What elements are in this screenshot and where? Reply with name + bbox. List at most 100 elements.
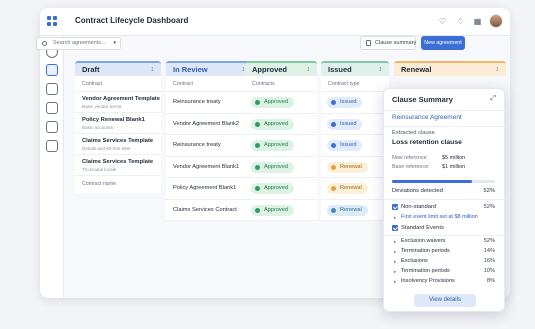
table-row[interactable]: Renewal [321,178,389,200]
column-title: Issued [328,65,352,74]
check-icon [331,121,336,127]
clause-item-value: 52% [483,238,495,244]
column-header-in-review[interactable]: In Review ↕ [166,61,252,76]
column-in-review: In Review ↕ Contract Reinsurance treaty … [166,61,252,221]
table-row[interactable]: Approved [245,114,317,135]
clause-item-value: 10% [483,268,495,274]
column-header-approved[interactable]: Approved ↕ [245,61,317,76]
table-row[interactable]: Vendor Agreement Blank2 [166,114,252,135]
table-row[interactable]: Vendor Agreement Blank1 [166,157,252,178]
status-badge: Issued [327,97,363,108]
draft-card[interactable]: Vendor Agreement Template Basic vendor t… [75,92,161,113]
list-icon[interactable] [46,121,58,133]
chevron-down-icon[interactable]: ▾ [113,38,116,49]
clause-item-label: Exclusion waivers [401,238,446,244]
archive-icon[interactable] [46,102,58,114]
draft-card[interactable]: Claims Services Template Details and €0 … [75,134,161,155]
contract-name[interactable]: Reinsurance Agreement [392,114,462,121]
status-badge: Renewal [327,204,368,216]
check-icon [255,207,260,213]
sort-icon[interactable]: ↕ [379,63,383,76]
column-header-issued[interactable]: Issued ↕ [321,61,389,76]
clause-item-label: Termination periods [401,268,450,274]
app-grid-icon[interactable] [47,16,57,26]
status-label: Approved [264,99,288,105]
card-subtitle: Basic accounts [82,125,113,130]
divider [384,126,506,127]
status-badge: Issued [327,140,363,151]
clock-icon [331,186,336,191]
non-standard-checkbox[interactable] [392,204,398,210]
standard-events-checkbox[interactable] [392,225,398,231]
new-ref-value: $5 million [442,155,466,161]
table-row[interactable]: Renewal [321,200,389,221]
card-title: Vendor Agreement Template [82,96,160,102]
check-icon [255,100,260,105]
draft-card[interactable]: Claims Services Template Tro localal loc… [75,155,161,176]
first-event-note[interactable]: First event limit set at $8 million [401,214,478,220]
clause-item-value: 16% [483,258,495,264]
table-row[interactable]: Reinsurance treaty [166,135,252,157]
search-icon [42,41,47,46]
panel-title: Clause Summary [392,95,453,104]
check-icon [331,100,336,105]
status-badge: Renewal [327,183,368,194]
bell-icon[interactable]: ♡ [438,17,447,26]
table-row[interactable]: Policy Agreement Blank1 [166,178,252,200]
clause-summary-button[interactable]: Clause summary [360,36,416,50]
database-icon[interactable] [46,83,58,95]
expand-icon[interactable]: ⤢ [490,95,496,103]
base-ref-label: Base reference: [392,164,430,170]
status-badge: Approved [251,183,294,194]
chevron-right-icon: ▸ [394,259,397,264]
status-label: Approved [264,163,288,170]
divider [384,110,506,111]
avatar[interactable] [489,14,503,28]
sort-icon[interactable]: ↕ [496,63,500,76]
table-row[interactable]: Approved [245,157,317,178]
columns-icon[interactable]: ▦ [473,17,482,26]
board-icon[interactable] [46,64,58,76]
clause-item-value: 8% [486,278,495,284]
draft-card[interactable]: Policy Renewal Blank1 Basic accounts [75,113,161,134]
deviation-progress-bar [392,180,495,183]
refresh-icon [331,207,336,213]
document-icon [366,40,371,46]
chevron-right-icon: ▸ [394,279,397,284]
table-row[interactable]: Approved [245,135,317,157]
status-badge: Approved [251,140,294,151]
sort-icon[interactable]: ↕ [151,63,155,76]
sidebar [40,36,64,298]
column-header-renewal[interactable]: Renewal ↕ [394,61,506,76]
clock-icon [331,164,336,170]
column-renewal: Renewal ↕ [394,61,506,76]
table-row[interactable]: Claims Services Contract [166,200,252,221]
view-details-button[interactable]: View details [414,294,476,307]
notification-icon[interactable]: ♢ [456,17,465,26]
new-ref-label: New reference: [392,155,428,161]
table-row[interactable]: Approved [245,178,317,200]
column-header-draft[interactable]: Draft ↕ [75,61,161,76]
clause-item-value: 14% [483,248,495,254]
table-row[interactable]: Issued [321,114,389,135]
table-row[interactable]: Issued [321,92,389,114]
status-label: Approved [264,142,288,148]
status-badge: Issued [327,118,363,130]
chevron-right-icon: ▸ [394,249,397,254]
new-agreement-button[interactable]: New agreement [421,36,465,50]
deviations-value: 52% [483,188,495,194]
status-label: Approved [264,120,288,127]
sort-icon[interactable]: ↕ [307,63,311,76]
status-label: Renewal [340,185,362,191]
search-input[interactable]: Search agreements... ▾ [36,37,121,50]
status-label: Approved [264,206,288,213]
table-row[interactable]: Approved [245,92,317,114]
table-row[interactable]: Approved [245,200,317,221]
table-row[interactable]: Issued [321,135,389,157]
monitor-icon[interactable] [46,140,58,152]
table-row[interactable]: Renewal [321,157,389,178]
status-badge: Approved [251,118,294,130]
status-label: Issued [340,120,357,127]
column-title: Renewal [401,65,432,74]
table-row[interactable]: Reinsurance treaty [166,92,252,114]
